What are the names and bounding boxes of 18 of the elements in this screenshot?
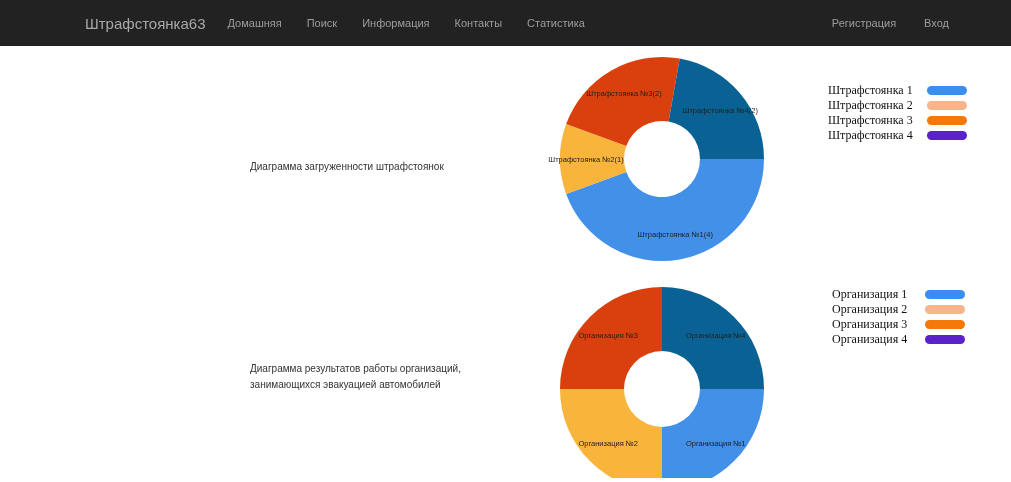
legend-label: Организация 3 bbox=[832, 317, 908, 332]
legend-label: Штрафстоянка 4 bbox=[828, 128, 913, 143]
legend-label: Организация 2 bbox=[832, 302, 908, 317]
chart-caption: Диаграмма результатов работы организаций, занимающихся эвакуацией автомобилей bbox=[250, 362, 462, 392]
nav-link[interactable]: Контакты bbox=[454, 17, 503, 29]
nav-link[interactable]: Домашняя bbox=[227, 17, 282, 29]
legend-label: Штрафстоянка 2 bbox=[828, 98, 913, 113]
legend-label: Организация 4 bbox=[832, 332, 908, 347]
chart-caption: Диаграмма загруженности штрафстоянок bbox=[250, 159, 445, 174]
nav-link[interactable]: Поиск bbox=[306, 17, 338, 29]
legend-label: Штрафстоянка 1 bbox=[828, 83, 913, 98]
nav-link[interactable]: Статистика bbox=[527, 17, 585, 29]
brand-link[interactable]: Штрафстоянка63 bbox=[85, 14, 206, 32]
nav-link[interactable]: Регистрация bbox=[831, 17, 897, 29]
nav-link[interactable]: Вход bbox=[924, 17, 949, 29]
nav-link[interactable]: Информация bbox=[362, 17, 430, 29]
legend-label: Штрафстоянка 3 bbox=[828, 113, 913, 128]
legend-label: Организация 1 bbox=[832, 287, 908, 302]
